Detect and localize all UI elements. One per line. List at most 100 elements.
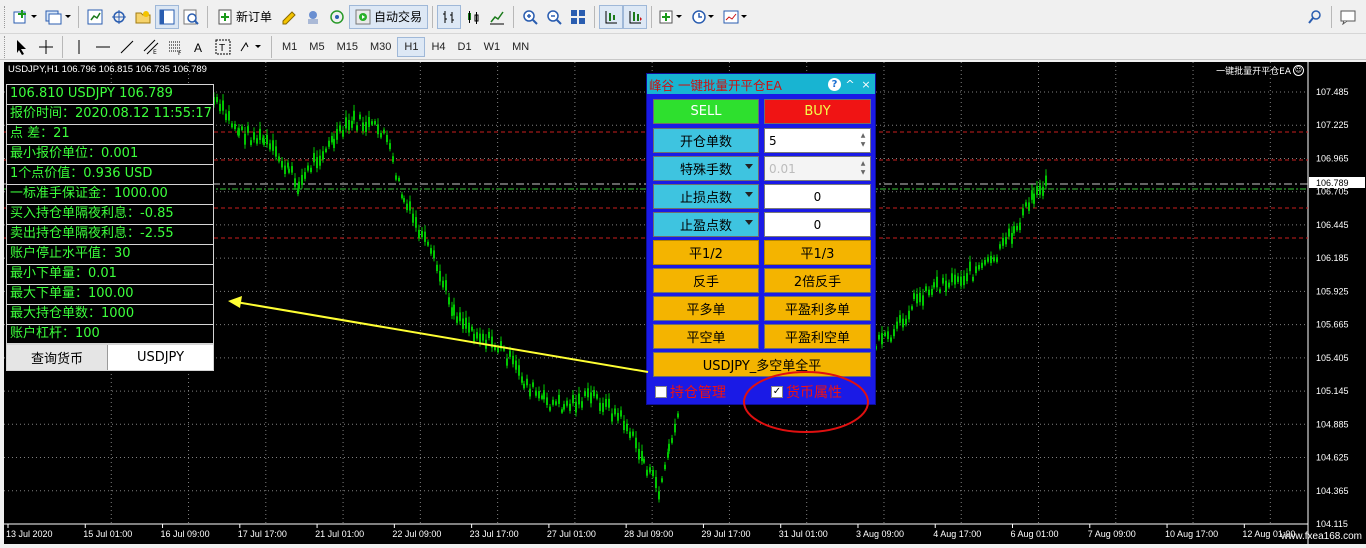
buy-button[interactable]: BUY <box>764 99 871 124</box>
candle-body <box>954 274 956 285</box>
smiley-icon: ☺ <box>1293 65 1304 76</box>
close-short-button[interactable]: 平空单 <box>653 324 759 349</box>
take-profit-input[interactable]: 0 <box>764 212 871 237</box>
new-order-button[interactable]: 新订单 <box>212 5 277 29</box>
candle-body <box>1039 185 1041 195</box>
candle-body <box>563 404 565 410</box>
spinner-icon[interactable]: ▲ ▼ <box>858 131 868 150</box>
candle-body <box>494 345 496 350</box>
auto-trading-button[interactable]: 自动交易 <box>349 4 429 29</box>
new-chart-icon[interactable] <box>10 5 42 29</box>
stop-loss-dropdown[interactable]: 止损点数 <box>653 184 759 209</box>
candle-body <box>884 332 886 336</box>
candle-body <box>575 401 577 413</box>
position-mgmt-checkbox[interactable]: 持仓管理 <box>655 382 726 402</box>
timeframe-mn[interactable]: MN <box>506 37 535 57</box>
strategy-tester-icon[interactable] <box>179 5 203 29</box>
data-window-icon[interactable] <box>107 5 131 29</box>
toolbar-grip[interactable] <box>4 35 7 58</box>
info-row: 账户停止水平值：30 <box>6 244 214 264</box>
stop-loss-input[interactable]: 0 <box>764 184 871 209</box>
text-icon[interactable]: A <box>187 35 211 59</box>
query-currency-button[interactable]: 查询货币 <box>7 345 108 370</box>
indicators-icon[interactable] <box>656 5 688 29</box>
query-currency-input[interactable]: USDJPY <box>108 345 213 370</box>
close-long-button[interactable]: 平多单 <box>653 296 759 321</box>
community-icon[interactable] <box>301 5 325 29</box>
search-icon[interactable] <box>1303 5 1327 29</box>
timeframe-m5[interactable]: M5 <box>303 37 330 57</box>
autoscroll-icon[interactable] <box>623 4 648 29</box>
chart-shift-icon[interactable] <box>599 4 624 29</box>
tile-windows-icon[interactable] <box>566 5 590 29</box>
candle-body <box>987 257 989 262</box>
periods-icon[interactable] <box>688 5 720 29</box>
time-tick-label: 31 Jul 01:00 <box>779 529 828 539</box>
close-profit-long-button[interactable]: 平盈利多单 <box>764 296 871 321</box>
open-lots-button[interactable]: 开仓单数 <box>653 128 759 153</box>
reverse-button[interactable]: 反手 <box>653 268 759 293</box>
time-tick-label: 4 Aug 17:00 <box>933 529 981 539</box>
chat-icon[interactable] <box>1336 5 1360 29</box>
bar-chart-icon[interactable] <box>437 4 462 29</box>
candle-body <box>331 136 333 143</box>
close-third-button[interactable]: 平1/3 <box>764 240 871 265</box>
open-lots-input[interactable]: 5 ▲ ▼ <box>764 128 871 153</box>
terminal-icon[interactable] <box>155 4 179 29</box>
time-tick-label: 28 Jul 09:00 <box>624 529 673 539</box>
vertical-line-icon[interactable] <box>67 35 91 59</box>
candle-body <box>978 265 980 270</box>
candle-body <box>614 408 616 415</box>
currency-props-checkbox[interactable]: ✓ 货币属性 <box>771 382 842 402</box>
new-order-label: 新订单 <box>236 10 273 24</box>
candle-body <box>584 391 586 397</box>
fibonacci-icon[interactable]: F <box>163 35 187 59</box>
ea-titlebar[interactable]: 峰谷 一键批量开平仓EA ? ^ × <box>647 74 875 94</box>
candle-body <box>448 297 450 305</box>
candle-body <box>617 412 619 421</box>
timeframe-d1[interactable]: D1 <box>452 37 478 57</box>
horizontal-line-icon[interactable] <box>91 35 115 59</box>
zoom-out-icon[interactable] <box>542 5 566 29</box>
trendline-icon[interactable] <box>115 35 139 59</box>
timeframe-h1[interactable]: H1 <box>397 36 426 57</box>
zoom-in-icon[interactable] <box>518 5 542 29</box>
toolbar-grip[interactable] <box>4 5 7 28</box>
help-icon[interactable]: ? <box>828 77 841 91</box>
candlestick-icon[interactable] <box>461 5 485 29</box>
timeframe-m15[interactable]: M15 <box>331 37 364 57</box>
double-reverse-button[interactable]: 2倍反手 <box>764 268 871 293</box>
close-all-button[interactable]: USDJPY_多空单全平 <box>653 352 871 377</box>
navigator-icon[interactable] <box>131 5 155 29</box>
templates-icon[interactable] <box>720 5 752 29</box>
checkbox-unchecked-icon[interactable] <box>655 386 667 398</box>
close-half-button[interactable]: 平1/2 <box>653 240 759 265</box>
checkbox-checked-icon[interactable]: ✓ <box>771 386 783 398</box>
signals-icon[interactable] <box>325 5 349 29</box>
collapse-icon[interactable]: ^ <box>843 77 857 91</box>
market-watch-icon[interactable] <box>83 5 107 29</box>
timeframe-h4[interactable]: H4 <box>425 37 451 57</box>
cursor-icon[interactable] <box>10 35 34 59</box>
close-profit-short-button[interactable]: 平盈利空单 <box>764 324 871 349</box>
line-chart-icon[interactable] <box>485 5 509 29</box>
candle-body <box>465 317 467 329</box>
timeframe-m30[interactable]: M30 <box>364 37 397 57</box>
candle-body <box>225 113 227 121</box>
arrows-icon[interactable] <box>235 35 267 59</box>
timeframe-m1[interactable]: M1 <box>276 37 303 57</box>
metaeditor-icon[interactable] <box>277 5 301 29</box>
crosshair-icon[interactable] <box>34 35 58 59</box>
candle-body <box>521 376 523 383</box>
timeframe-w1[interactable]: W1 <box>478 37 507 57</box>
candle-body <box>506 358 508 366</box>
candle-body <box>928 289 930 296</box>
channel-icon[interactable]: E <box>139 35 163 59</box>
candle-body <box>1016 225 1018 231</box>
special-lots-dropdown[interactable]: 特殊手数 <box>653 156 759 181</box>
text-label-icon[interactable]: T <box>211 35 235 59</box>
sell-button[interactable]: SELL <box>653 99 759 124</box>
profiles-icon[interactable] <box>42 5 74 29</box>
take-profit-dropdown[interactable]: 止盈点数 <box>653 212 759 237</box>
close-icon[interactable]: × <box>859 77 873 91</box>
